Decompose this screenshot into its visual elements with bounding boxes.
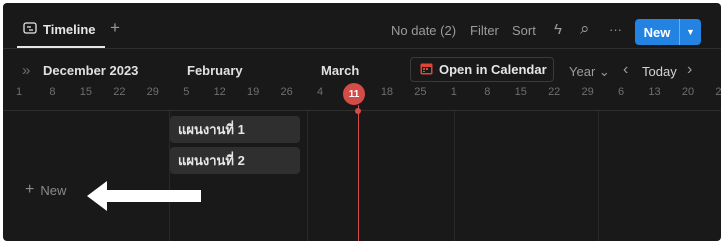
timeline-card[interactable]: แผนงานที่ 1 <box>170 116 300 143</box>
previous-icon[interactable]: ‹ <box>623 61 628 79</box>
new-options-chevron-icon[interactable]: ▼ <box>680 27 701 37</box>
new-button-label: New <box>643 24 671 40</box>
month-gridline <box>454 111 455 241</box>
day-label: 12 <box>213 86 226 98</box>
timeline-icon <box>23 21 37 38</box>
day-label: 20 <box>681 86 695 98</box>
tab-label: Timeline <box>43 21 96 37</box>
tab-timeline[interactable]: Timeline <box>23 17 96 41</box>
chevron-down-icon: ⌄ <box>598 64 610 79</box>
search-icon[interactable]: ⌕ <box>580 19 590 39</box>
collapse-icon[interactable]: » <box>22 62 30 79</box>
new-button[interactable]: New ▼ <box>635 19 701 45</box>
zoom-select[interactable]: Year ⌄ <box>569 64 610 80</box>
month-label: March <box>321 63 360 78</box>
day-label: 8 <box>484 86 491 98</box>
today-marker: 11 <box>343 83 365 105</box>
month-gridline <box>598 111 599 241</box>
toolbar-divider <box>3 48 721 49</box>
day-label: 22 <box>113 86 126 98</box>
day-label: 29 <box>146 86 159 98</box>
grid-top-border <box>3 110 721 111</box>
day-label: 26 <box>280 86 293 98</box>
day-label: 15 <box>514 86 527 98</box>
more-options-icon[interactable]: ··· <box>609 22 622 37</box>
add-view-button[interactable]: + <box>110 18 120 38</box>
day-label: 19 <box>247 86 260 98</box>
day-label: 8 <box>49 86 56 98</box>
month-label: December 2023 <box>43 63 139 78</box>
day-label: 27 <box>715 86 721 98</box>
add-new-button[interactable]: + New <box>25 181 66 199</box>
timeline-window: Timeline + No date (2) Filter Sort ϟ ⌕ ·… <box>3 3 721 241</box>
day-label: 6 <box>618 86 625 98</box>
day-label: 22 <box>548 86 561 98</box>
day-label: 5 <box>183 86 190 98</box>
day-label: 13 <box>648 86 661 98</box>
month-label: February <box>187 63 243 78</box>
next-icon[interactable]: › <box>687 61 692 79</box>
left-arrow-annotation <box>87 181 201 211</box>
day-label: 4 <box>316 86 324 98</box>
zoom-label: Year <box>569 64 596 79</box>
sort-button[interactable]: Sort <box>512 23 536 38</box>
automation-lightning-icon[interactable]: ϟ <box>554 21 562 38</box>
filter-button[interactable]: Filter <box>470 23 499 38</box>
open-in-calendar-button[interactable]: Open in Calendar <box>410 57 554 82</box>
today-button[interactable]: Today <box>642 64 677 79</box>
today-line-dot <box>355 108 361 114</box>
add-new-label: New <box>40 182 67 198</box>
day-label: 29 <box>581 86 594 98</box>
month-gridline <box>307 111 308 241</box>
day-label: 1 <box>450 86 457 98</box>
day-label: 15 <box>79 86 93 98</box>
no-date-button[interactable]: No date (2) <box>391 23 456 38</box>
timeline-card[interactable]: แผนงานที่ 2 <box>170 147 300 174</box>
today-line <box>358 105 359 241</box>
day-label: 1 <box>15 86 23 98</box>
calendar-icon <box>420 62 433 78</box>
day-label: 25 <box>414 86 427 98</box>
open-in-calendar-label: Open in Calendar <box>439 62 547 77</box>
day-label: 18 <box>380 86 394 98</box>
plus-icon: + <box>25 181 35 198</box>
